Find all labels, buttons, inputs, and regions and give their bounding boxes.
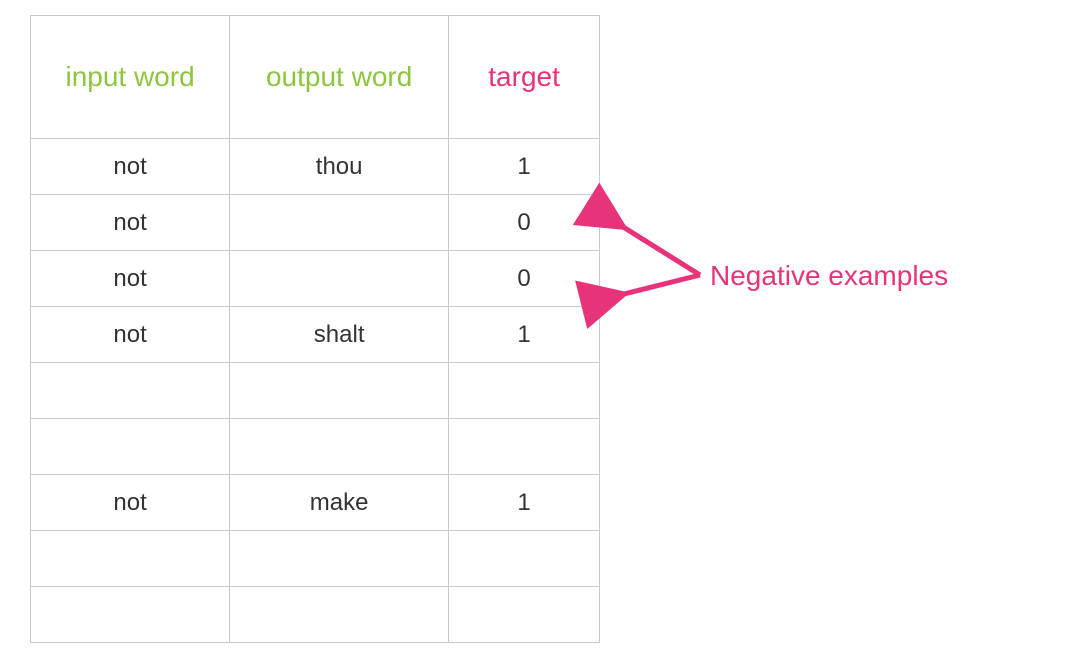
annotation-negative-examples: Negative examples <box>710 260 948 292</box>
cell-output <box>230 363 449 419</box>
cell-target: 0 <box>449 251 600 307</box>
header-output-word: output word <box>230 16 449 139</box>
training-examples-table: input word output word target not thou 1… <box>30 15 600 643</box>
cell-target <box>449 531 600 587</box>
table-row: not thou 1 <box>31 139 600 195</box>
cell-output <box>230 195 449 251</box>
table-row: not 0 <box>31 195 600 251</box>
cell-output: thou <box>230 139 449 195</box>
cell-input <box>31 587 230 643</box>
cell-target: 0 <box>449 195 600 251</box>
table-row: not make 1 <box>31 475 600 531</box>
cell-output <box>230 419 449 475</box>
cell-output: shalt <box>230 307 449 363</box>
cell-input: not <box>31 475 230 531</box>
cell-target: 1 <box>449 139 600 195</box>
header-input-word: input word <box>31 16 230 139</box>
cell-input: not <box>31 307 230 363</box>
diagram-stage: input word output word target not thou 1… <box>0 0 1080 661</box>
cell-input <box>31 531 230 587</box>
cell-input <box>31 419 230 475</box>
cell-output <box>230 251 449 307</box>
header-target: target <box>449 16 600 139</box>
cell-input: not <box>31 139 230 195</box>
cell-input: not <box>31 251 230 307</box>
table-row <box>31 363 600 419</box>
table-row: not shalt 1 <box>31 307 600 363</box>
cell-input <box>31 363 230 419</box>
cell-target: 1 <box>449 307 600 363</box>
cell-target: 1 <box>449 475 600 531</box>
table-row: not 0 <box>31 251 600 307</box>
cell-output: make <box>230 475 449 531</box>
cell-target <box>449 363 600 419</box>
table-row <box>31 531 600 587</box>
annotation-arrows-icon <box>600 195 720 335</box>
table-row <box>31 587 600 643</box>
table-row <box>31 419 600 475</box>
cell-target <box>449 419 600 475</box>
table-header-row: input word output word target <box>31 16 600 139</box>
cell-target <box>449 587 600 643</box>
cell-input: not <box>31 195 230 251</box>
cell-output <box>230 531 449 587</box>
cell-output <box>230 587 449 643</box>
